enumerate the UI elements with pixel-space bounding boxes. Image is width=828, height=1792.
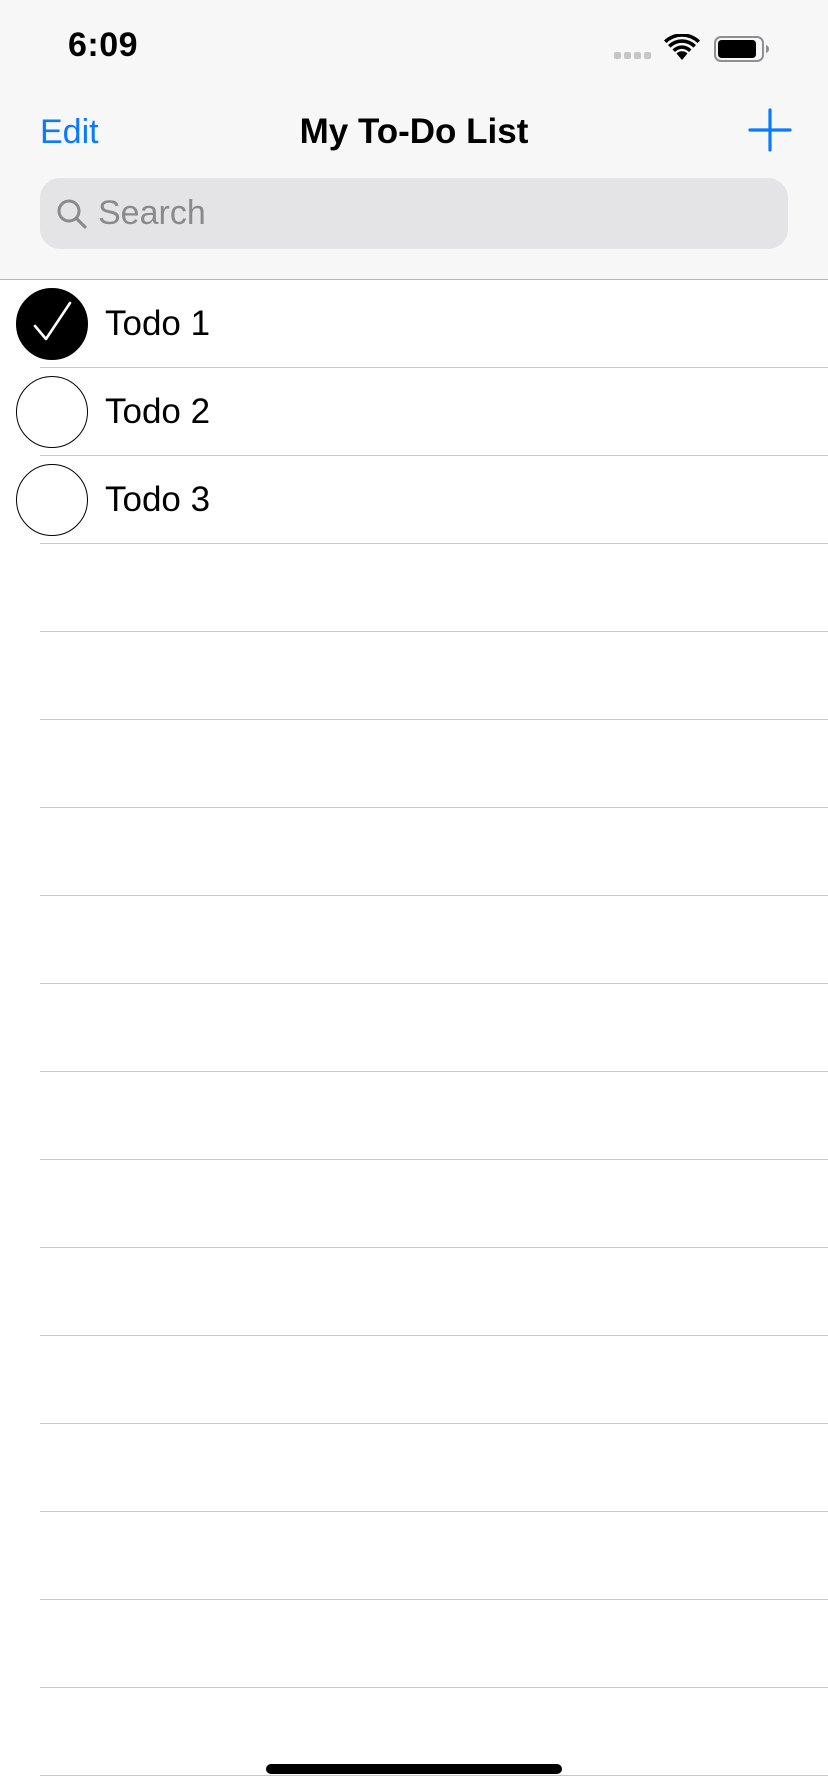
edit-button[interactable]: Edit	[40, 112, 99, 152]
todo-label: Todo 2	[105, 392, 211, 431]
todo-checkbox[interactable]	[16, 288, 88, 360]
todo-label: Todo 1	[105, 304, 211, 343]
checkmark-icon	[33, 301, 72, 341]
todo-list: Todo 1 Todo 2 Todo 3	[0, 280, 828, 544]
todo-row-3[interactable]: Todo 3	[0, 456, 828, 544]
empty-row	[0, 1512, 828, 1600]
status-icons	[614, 34, 794, 64]
empty-row	[0, 896, 828, 984]
empty-row	[0, 808, 828, 896]
todo-label: Todo 3	[105, 480, 211, 519]
empty-row	[0, 1688, 828, 1776]
empty-row	[0, 1248, 828, 1336]
empty-row	[0, 1072, 828, 1160]
navigation-header: 6:09 Edit My To-Do List	[0, 0, 828, 280]
signal-icon	[614, 52, 654, 60]
empty-row	[0, 720, 828, 808]
plus-icon	[748, 108, 792, 152]
empty-row	[0, 1600, 828, 1688]
todo-checkbox[interactable]	[16, 464, 88, 536]
add-todo-button[interactable]	[744, 104, 796, 156]
search-input[interactable]	[98, 178, 768, 249]
todo-checkbox[interactable]	[16, 376, 88, 448]
empty-row	[0, 1160, 828, 1248]
todo-row-1[interactable]: Todo 1	[0, 280, 828, 368]
empty-row	[0, 632, 828, 720]
empty-row	[0, 1424, 828, 1512]
page-title: My To-Do List	[299, 112, 529, 151]
empty-row	[0, 984, 828, 1072]
empty-row	[0, 1336, 828, 1424]
battery-icon	[714, 36, 769, 62]
search-bar[interactable]	[40, 178, 788, 249]
home-indicator	[266, 1764, 562, 1774]
wifi-icon	[664, 34, 700, 60]
search-icon	[57, 199, 87, 229]
status-time: 6:09	[68, 26, 139, 64]
todo-row-2[interactable]: Todo 2	[0, 368, 828, 456]
empty-row-separators	[0, 544, 828, 1776]
empty-row	[0, 544, 828, 632]
